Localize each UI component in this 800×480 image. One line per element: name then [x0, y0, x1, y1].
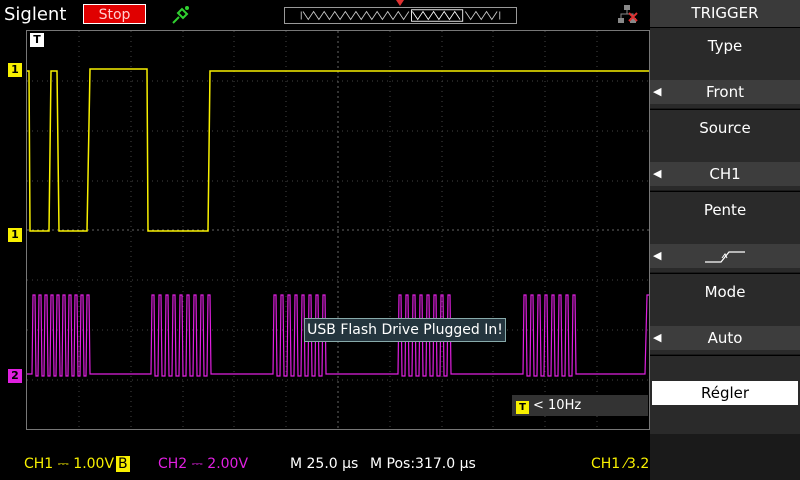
type-value-text: Front [706, 83, 744, 101]
menu-item-slope[interactable]: Pente ◀ [650, 191, 800, 272]
slope-label: Pente [703, 201, 747, 219]
type-label: Type [707, 37, 743, 55]
ch1-trigger-level-marker[interactable]: 1 [8, 63, 22, 77]
mode-value-text: Auto [707, 329, 743, 347]
ch2-ground-marker[interactable]: 2 [8, 369, 22, 383]
menu-item-type[interactable]: Type ◀ Front [650, 27, 800, 108]
timebase[interactable]: M 25.0 µs [290, 456, 358, 472]
type-value[interactable]: ◀ Front [650, 80, 800, 104]
rising-edge-icon [705, 250, 745, 263]
dc-coupling-icon: ⎓ [187, 456, 208, 472]
menu-title: TRIGGER [650, 0, 800, 27]
trigger-menu: TRIGGER Type ◀ Front Source ◀ CH1 Pente ◀ … [650, 0, 800, 480]
mode-value[interactable]: ◀ Auto [650, 326, 800, 350]
trigger-frequency: T < 10Hz [512, 395, 648, 416]
trigger-freq-icon: T [516, 401, 529, 414]
menu-item-source[interactable]: Source ◀ CH1 [650, 109, 800, 190]
ch1-ground-marker[interactable]: 1 [8, 228, 22, 242]
trigger-frequency-value: < 10Hz [533, 398, 582, 413]
left-arrow-icon: ◀ [653, 167, 662, 180]
ch1-status[interactable]: CH1 ⎓ 1.00V B [24, 456, 130, 472]
slope-value[interactable]: ◀ [650, 244, 800, 268]
left-arrow-icon: ◀ [653, 331, 662, 344]
menu-item-mode[interactable]: Mode ◀ Auto [650, 273, 800, 354]
ch2-label: CH2 [158, 456, 188, 472]
trigger-source: CH1 [591, 456, 625, 472]
network-icon [618, 5, 638, 23]
ch2-status[interactable]: CH2 ⎓ 2.00V [158, 456, 248, 472]
usb-icon [172, 6, 189, 24]
trigger-marker[interactable]: T [30, 33, 44, 47]
ch1-scale: 1.00V [73, 456, 115, 472]
set-button[interactable]: Régler [652, 381, 798, 405]
memory-overview[interactable] [284, 7, 517, 24]
left-arrow-icon: ◀ [653, 85, 662, 98]
trigger-position-marker [396, 0, 404, 6]
ch1-label: CH1 [24, 456, 54, 472]
ch2-waveform [27, 294, 649, 377]
source-value-text: CH1 [709, 165, 741, 183]
run-stop-indicator[interactable]: Stop [83, 4, 146, 24]
bandwidth-limit-badge: B [116, 456, 130, 472]
left-arrow-icon: ◀ [653, 249, 662, 262]
brand-logo: Siglent [4, 4, 67, 25]
source-value[interactable]: ◀ CH1 [650, 162, 800, 186]
dc-coupling-icon: ⎓ [53, 456, 74, 472]
ch2-scale: 2.00V [207, 456, 249, 472]
memory-position[interactable]: M Pos:317.0 µs [370, 456, 476, 472]
top-status-bar: Siglent Stop [0, 0, 650, 30]
source-label: Source [699, 119, 751, 137]
usb-notification: USB Flash Drive Plugged In! [304, 318, 506, 342]
waveform-display[interactable]: USB Flash Drive Plugged In! T < 10Hz [26, 30, 650, 430]
mode-label: Mode [704, 283, 746, 301]
